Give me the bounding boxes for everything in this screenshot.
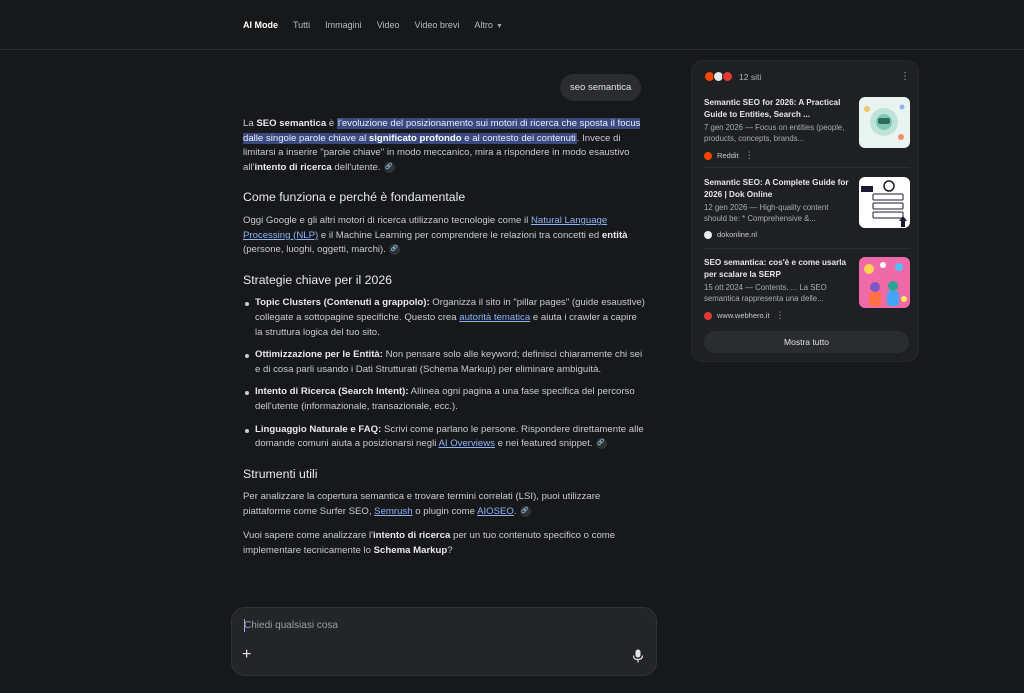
tab-ai-mode[interactable]: AI Mode — [243, 20, 278, 30]
source-snippet: 15 ott 2024 — Contents. ... La SEO seman… — [704, 283, 827, 303]
tab-altro[interactable]: Altro ▼ — [474, 20, 502, 30]
link-ai-overviews[interactable]: AI Overviews — [438, 438, 495, 449]
section-heading-funziona: Come funziona e perché è fondamentale — [243, 190, 466, 205]
bold-term: Topic Clusters (Contenuti a grappolo): — [255, 297, 430, 309]
more-options-icon[interactable]: ⋮ — [776, 310, 785, 321]
source-site: Reddit ⋮ — [704, 150, 910, 161]
tab-video[interactable]: Video — [377, 20, 400, 30]
section-heading-strumenti: Strumenti utili — [243, 466, 318, 481]
list-item: Topic Clusters (Contenuti a grappolo): O… — [243, 296, 645, 340]
bold-term: significato profondo — [368, 132, 462, 144]
text: La — [243, 118, 257, 129]
dokonline-favicon-icon — [704, 230, 712, 239]
paragraph-funziona: Oggi Google e gli altri motori di ricerc… — [243, 214, 645, 258]
text: Oggi Google e gli altri motori di ricerc… — [243, 214, 531, 226]
list-item: Intento di Ricerca (Search Intent): Alli… — [243, 385, 645, 414]
source-link-icon[interactable]: 🔗 — [595, 438, 607, 450]
source-snippet: 12 gen 2026 — High-quality content shoul… — [704, 203, 829, 223]
bold-term: SEO semantica — [256, 118, 327, 129]
webhero-favicon-icon — [704, 311, 712, 320]
tab-immagini[interactable]: Immagini — [325, 20, 362, 30]
section-heading-strategie: Strategie chiave per il 2026 — [243, 272, 393, 287]
source-site-name: www.webhero.it — [717, 311, 770, 320]
divider — [704, 248, 910, 249]
closing-question: Vuoi sapere come analizzare l'intento di… — [243, 529, 645, 558]
top-navigation: AI Mode Tutti Immagini Video Video brevi… — [0, 0, 1024, 50]
ai-answer: La SEO semantica è l'evoluzione del posi… — [243, 117, 645, 559]
source-thumbnail[interactable] — [859, 97, 910, 148]
plus-icon[interactable]: + — [242, 647, 251, 663]
source-site: www.webhero.it ⋮ — [704, 310, 910, 321]
text: . — [513, 505, 517, 517]
link-autorita-tematica[interactable]: autorità tematica — [459, 312, 530, 323]
text: e al contesto dei contenuti — [461, 132, 576, 144]
bold-term: intento di ricerca — [254, 161, 332, 173]
ask-input-box[interactable]: Chiedi qualsiasi cosa + — [231, 607, 657, 676]
divider — [704, 167, 910, 168]
user-query-bubble: seo semantica — [560, 74, 642, 101]
text: o plugin come — [412, 505, 478, 517]
answer-intro: La SEO semantica è l'evoluzione del posi… — [243, 117, 645, 175]
bold-term: Schema Markup — [373, 545, 448, 557]
source-card[interactable]: Semantic SEO: A Complete Guide for 2026 … — [704, 177, 910, 239]
show-all-button[interactable]: Mostra tutto — [704, 331, 909, 353]
bold-term: Ottimizzazione per le Entità: — [255, 349, 383, 361]
reddit-favicon-icon — [704, 151, 712, 160]
tab-altro-label: Altro — [474, 20, 493, 30]
strategy-list: Topic Clusters (Contenuti a grappolo): O… — [243, 296, 645, 451]
tab-tutti[interactable]: Tutti — [293, 20, 310, 30]
source-card[interactable]: Semantic SEO for 2026: A Practical Guide… — [704, 97, 910, 161]
tab-video-brevi[interactable]: Video brevi — [415, 20, 460, 30]
more-options-icon[interactable]: ⋮ — [900, 72, 910, 82]
list-item: Linguaggio Naturale e FAQ: Scrivi come p… — [243, 423, 645, 452]
bold-term: Linguaggio Naturale e FAQ: — [255, 423, 382, 435]
link-semrush[interactable]: Semrush — [374, 506, 412, 517]
more-options-icon[interactable]: ⋮ — [745, 150, 754, 161]
text: (persone, luoghi, oggetti, marchi). — [243, 244, 386, 256]
sources-header: 12 siti — [704, 71, 761, 82]
link-aioseo[interactable]: AIOSEO — [477, 506, 514, 517]
bold-term: intento di ricerca — [373, 530, 451, 542]
text: e nei featured snippet. — [494, 438, 593, 450]
text: ? — [447, 545, 453, 557]
microphone-icon[interactable] — [632, 649, 644, 663]
text: è — [326, 118, 337, 129]
source-title[interactable]: Semantic SEO: A Complete Guide for 2026 … — [704, 177, 852, 200]
source-thumbnail[interactable] — [859, 177, 910, 228]
source-site-name: dokonline.nl — [717, 230, 758, 239]
source-thumbnail[interactable] — [859, 257, 910, 308]
sources-panel: 12 siti ⋮ Semantic SEO for 2026: A Pract… — [691, 60, 919, 362]
sources-count: 12 siti — [739, 71, 762, 82]
source-site: dokonline.nl — [704, 230, 910, 239]
bold-term: Intento di Ricerca (Search Intent): — [255, 386, 409, 398]
text: e il Machine Learning per comprendere le… — [318, 229, 602, 241]
source-site-name: Reddit — [717, 151, 739, 160]
source-link-icon[interactable]: 🔗 — [383, 161, 395, 173]
source-link-icon[interactable]: 🔗 — [388, 244, 400, 256]
chevron-down-icon: ▼ — [495, 23, 503, 30]
search-tabs: AI Mode Tutti Immagini Video Video brevi… — [243, 20, 518, 30]
text: dell'utente. — [331, 161, 381, 173]
paragraph-strumenti: Per analizzare la copertura semantica e … — [243, 490, 645, 519]
source-title[interactable]: Semantic SEO for 2026: A Practical Guide… — [704, 97, 852, 120]
source-link-icon[interactable]: 🔗 — [519, 505, 531, 517]
text: Vuoi sapere come analizzare l' — [243, 530, 373, 542]
bold-term: entità — [601, 229, 628, 241]
source-title[interactable]: SEO semantica: cos'è e come usarla per s… — [704, 257, 852, 280]
list-item: Ottimizzazione per le Entità: Non pensar… — [243, 348, 645, 377]
webhero-favicon-icon — [722, 71, 733, 82]
source-snippet: 7 gen 2026 — Focus on entities (people, … — [704, 123, 845, 143]
ask-input-placeholder[interactable]: Chiedi qualsiasi cosa — [244, 620, 338, 631]
source-card[interactable]: SEO semantica: cos'è e come usarla per s… — [704, 257, 910, 321]
